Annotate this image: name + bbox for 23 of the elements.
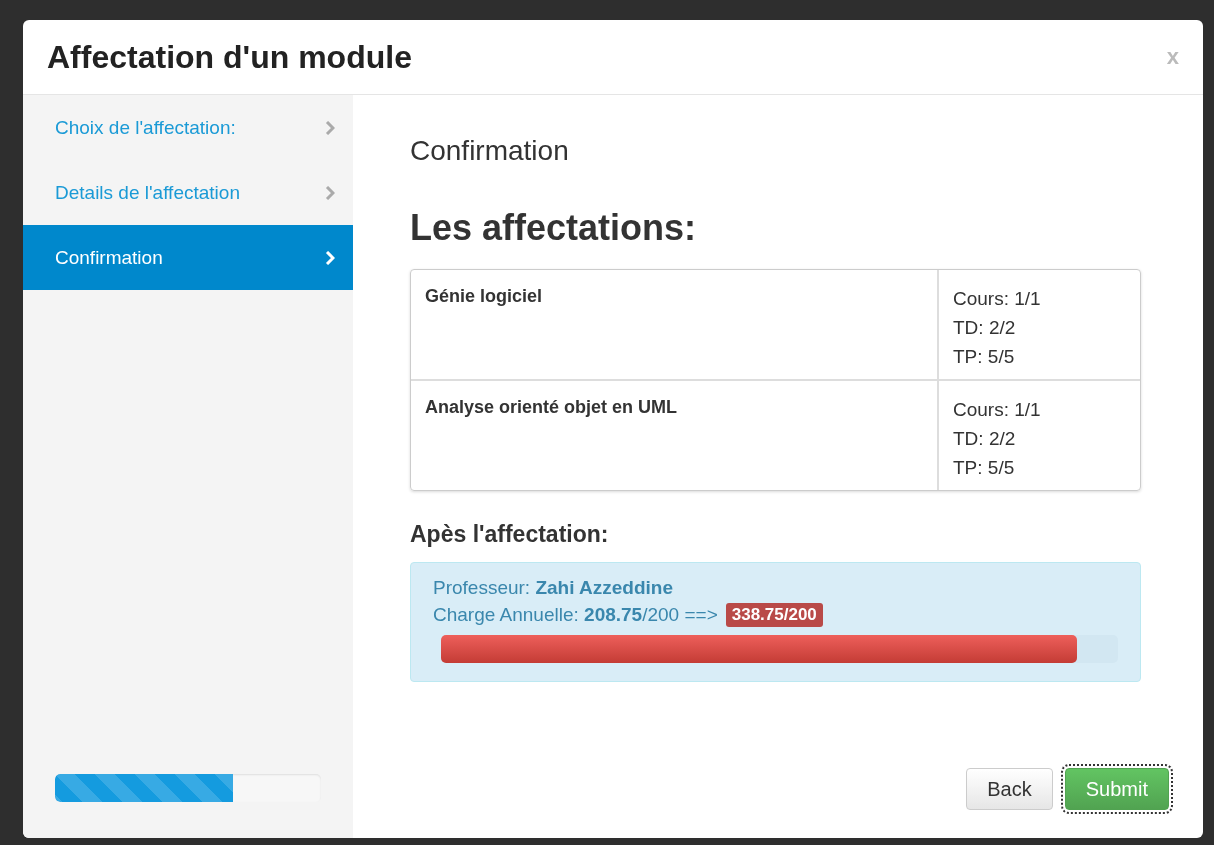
dialog-title: Affectation d'un module	[47, 38, 412, 76]
back-button[interactable]: Back	[966, 768, 1053, 810]
chevron-icon	[325, 250, 335, 265]
detail-line: TP: 5/5	[953, 456, 1016, 480]
wizard-step[interactable]: Choix de l'affectation:	[23, 95, 353, 160]
detail-line: Cours: 1/1	[953, 287, 1042, 311]
charge-badge: 338.75/200	[725, 603, 823, 627]
close-button[interactable]: x	[1166, 44, 1179, 70]
detail-line: TP: 5/5	[953, 345, 1016, 369]
section-heading: Apès l'affectation:	[410, 521, 610, 548]
charge-text: Charge Annuelle: 208.75/200 ==>	[433, 604, 718, 626]
step-heading: Confirmation	[410, 135, 570, 167]
detail-line: TD: 2/2	[953, 316, 1017, 340]
detail-line: TD: 2/2	[953, 427, 1017, 451]
wizard-step[interactable]: Confirmation	[23, 225, 353, 290]
professor-text: Professeur: Zahi Azzeddine	[433, 577, 675, 599]
wizard-step[interactable]: Details de l'affectation	[23, 160, 353, 225]
module-cell: Génie logiciel	[411, 270, 939, 379]
chevron-icon	[325, 120, 335, 135]
detail-line: Cours: 1/1	[953, 398, 1042, 422]
module-cell: Analyse orienté objet en UML	[411, 381, 939, 490]
section-heading: Les affectations:	[410, 207, 698, 249]
chevron-icon	[325, 185, 335, 200]
